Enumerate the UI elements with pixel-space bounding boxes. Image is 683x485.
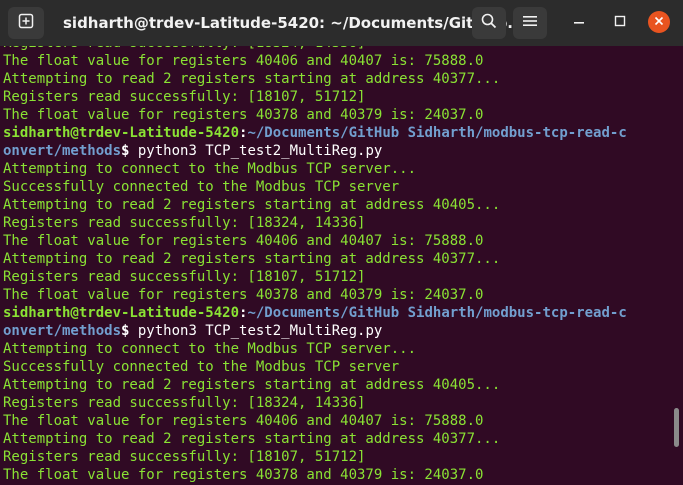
title-bar[interactable]: sidharth@trdev-Latitude-5420: ~/Document…	[0, 0, 683, 46]
output-line: Registers read successfully: [18107, 517…	[3, 269, 366, 285]
prompt-line: sidharth@trdev-Latitude-5420:~/Documents…	[3, 304, 627, 322]
command-text: python3 TCP_test2_MultiReg.py	[137, 323, 383, 339]
output-line: Attempting to connect to the Modbus TCP …	[3, 161, 417, 177]
close-icon	[654, 13, 664, 31]
terminal-output-area[interactable]: Registers read successfully: [18324, 143…	[0, 46, 683, 485]
prompt-user-host: sidharth@trdev-Latitude-5420	[3, 125, 240, 141]
maximize-button[interactable]	[608, 11, 632, 35]
output-line: Attempting to read 2 registers starting …	[3, 71, 501, 87]
output-line: The float value for registers 40378 and …	[3, 107, 484, 123]
search-button[interactable]	[472, 7, 506, 39]
output-line: Registers read successfully: [18324, 143…	[3, 215, 366, 231]
prompt-line: sidharth@trdev-Latitude-5420:~/Documents…	[3, 124, 627, 142]
prompt-dollar: $	[121, 323, 138, 339]
prompt-user-host: sidharth@trdev-Latitude-5420	[3, 305, 240, 321]
command-text: python3 TCP_test2_MultiReg.py	[137, 143, 383, 159]
new-tab-icon	[18, 13, 34, 34]
output-line: Successfully connected to the Modbus TCP…	[3, 359, 400, 375]
prompt-path-continued: onvert/methods	[3, 323, 122, 339]
output-line: Registers read successfully: [18107, 517…	[3, 449, 366, 465]
output-line: Attempting to read 2 registers starting …	[3, 377, 501, 393]
menu-button[interactable]	[513, 7, 547, 39]
output-line: Attempting to connect to the Modbus TCP …	[3, 341, 417, 357]
close-button[interactable]	[648, 11, 670, 33]
new-tab-button[interactable]	[8, 7, 44, 39]
output-line: The float value for registers 40378 and …	[3, 467, 484, 483]
terminal-window: sidharth@trdev-Latitude-5420: ~/Document…	[0, 0, 683, 485]
output-line: Attempting to read 2 registers starting …	[3, 431, 501, 447]
prompt-path-continued: onvert/methods	[3, 143, 122, 159]
output-line: The float value for registers 40406 and …	[3, 413, 484, 429]
search-icon	[481, 13, 497, 34]
prompt-path: ~/Documents/GitHub Sidharth/modbus-tcp-r…	[247, 305, 627, 321]
output-line: Successfully connected to the Modbus TCP…	[3, 179, 400, 195]
scrollbar-thumb[interactable]	[674, 408, 679, 447]
command-line: onvert/methods$ python3 TCP_test2_MultiR…	[3, 322, 627, 340]
maximize-icon	[614, 14, 626, 32]
output-line: Registers read successfully: [18107, 517…	[3, 89, 366, 105]
prompt-path: ~/Documents/GitHub Sidharth/modbus-tcp-r…	[247, 125, 627, 141]
output-line: The float value for registers 40378 and …	[3, 287, 484, 303]
prompt-dollar: $	[121, 143, 138, 159]
output-line: Attempting to read 2 registers starting …	[3, 251, 501, 267]
output-line: Registers read successfully: [18324, 143…	[3, 395, 366, 411]
output-line: The float value for registers 40406 and …	[3, 233, 484, 249]
hamburger-menu-icon	[523, 14, 537, 32]
window-title: sidharth@trdev-Latitude-5420: ~/Document…	[63, 14, 525, 32]
output-line: Attempting to read 2 registers starting …	[3, 197, 501, 213]
minimize-button[interactable]	[567, 11, 591, 35]
minimize-icon	[573, 14, 585, 32]
command-line: onvert/methods$ python3 TCP_test2_MultiR…	[3, 142, 627, 160]
output-line: The float value for registers 40406 and …	[3, 53, 484, 69]
terminal-lines: Registers read successfully: [18324, 143…	[3, 46, 627, 484]
